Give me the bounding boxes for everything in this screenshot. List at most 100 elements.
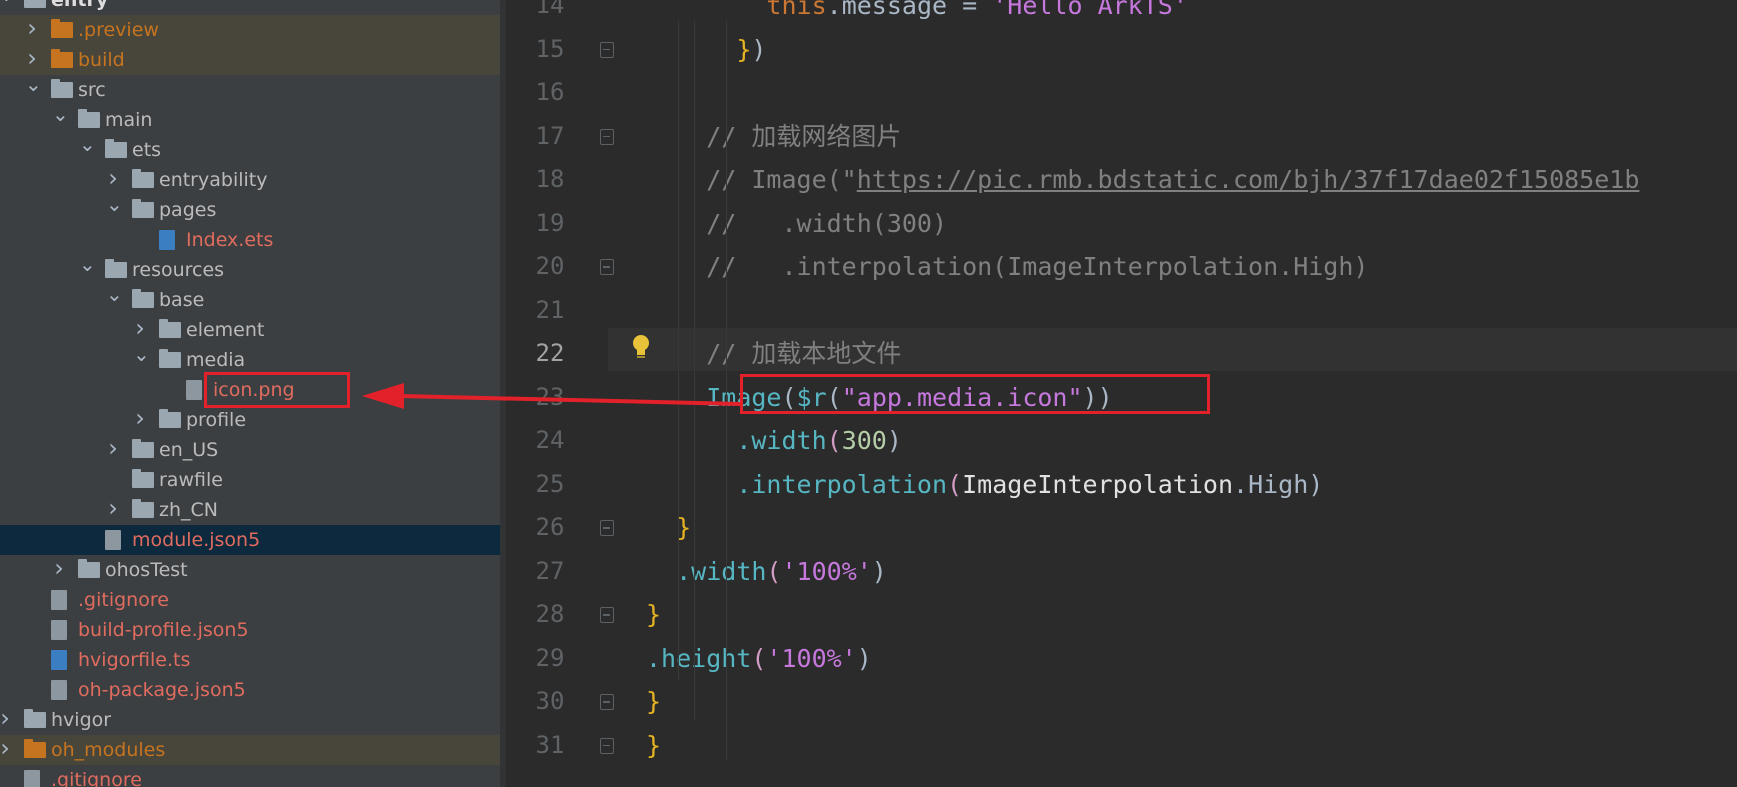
project-tree-panel: ⌄entry›.preview›build⌄src⌄main⌄ets›entry… — [0, 0, 500, 787]
tree-item-preview[interactable]: › .preview — [0, 13, 500, 45]
code-line: } — [676, 513, 692, 542]
chevron-right-icon[interactable]: › — [133, 403, 147, 433]
fold-marker-icon[interactable] — [600, 41, 614, 58]
line-number: 15 — [535, 34, 565, 63]
chevron-right-icon[interactable]: › — [25, 13, 39, 43]
tree-item-resources[interactable]: ⌄ resources — [0, 252, 500, 285]
tree-item-label: element — [186, 319, 265, 341]
file-icon — [105, 530, 121, 550]
tree-item-profile[interactable]: › profile — [0, 403, 500, 435]
tree-item-label: Index.ets — [186, 229, 274, 251]
tree-item-pages[interactable]: ⌄ pages — [0, 192, 500, 225]
chevron-right-icon[interactable]: › — [0, 733, 12, 763]
chevron-down-icon[interactable]: ⌄ — [79, 129, 96, 159]
tree-item-gitignore[interactable]: .gitignore — [0, 585, 500, 615]
folder-icon — [78, 559, 100, 578]
tree-item-label: base — [159, 289, 205, 311]
line-number: 18 — [535, 165, 565, 193]
tree-item-hvigorfile-ts[interactable]: hvigorfile.ts — [0, 645, 500, 675]
tree-item-label: profile — [186, 409, 247, 431]
chevron-right-icon[interactable]: › — [52, 553, 66, 583]
tree-item-gitignore[interactable]: .gitignore — [0, 765, 500, 787]
tree-item-oh-package-json5[interactable]: oh-package.json5 — [0, 675, 500, 705]
chevron-down-icon[interactable]: ⌄ — [133, 339, 150, 369]
folder-icon — [51, 79, 73, 98]
code-line: // .width(300) — [646, 208, 948, 238]
icon-png-highlight-box — [204, 372, 350, 408]
code-editor[interactable]: 14 15 16 17 18 19 20 21 22 23 24 25 26 27 28 29 30 31 thi… — [506, 0, 1737, 787]
tree-item-index-ets[interactable]: Index.ets — [0, 225, 500, 255]
tree-item-ets[interactable]: ⌄ ets — [0, 132, 500, 165]
fold-marker-icon[interactable] — [600, 737, 614, 754]
chevron-down-icon[interactable]: ⌄ — [52, 99, 69, 129]
chevron-right-icon[interactable]: › — [106, 493, 120, 523]
line-number: 24 — [535, 426, 565, 454]
tree-item-label: en_US — [159, 439, 219, 461]
tree-item-label: rawfile — [159, 469, 223, 491]
line-number: 28 — [535, 600, 565, 628]
folder-icon — [51, 19, 73, 38]
tree-item-main[interactable]: ⌄ main — [0, 102, 500, 135]
chevron-down-icon[interactable]: ⌄ — [106, 279, 123, 309]
tree-item-base[interactable]: ⌄ base — [0, 282, 500, 315]
folder-icon — [159, 319, 181, 338]
tree-item-label: .preview — [78, 19, 159, 41]
tree-item-oh-modules[interactable]: › oh_modules — [0, 733, 500, 765]
tree-item-ohostest[interactable]: › ohosTest — [0, 553, 500, 585]
tree-item-en-us[interactable]: › en_US — [0, 433, 500, 465]
tree-item-entry[interactable]: ⌄ entry — [0, 0, 500, 15]
line-number: 27 — [535, 556, 565, 585]
line-number: 17 — [535, 121, 565, 150]
tree-item-build[interactable]: › build — [0, 44, 500, 75]
fold-marker-icon[interactable] — [600, 520, 614, 536]
folder-icon — [132, 289, 154, 308]
tree-item-zh-cn[interactable]: › zh_CN — [0, 493, 500, 525]
fold-marker-icon[interactable] — [600, 694, 614, 710]
chevron-down-icon[interactable]: ⌄ — [0, 0, 15, 9]
file-icon — [51, 680, 67, 700]
tree-item-label: .gitignore — [78, 589, 169, 611]
folder-icon — [159, 409, 181, 428]
tree-item-label: oh_modules — [51, 739, 166, 761]
tree-item-entryability[interactable]: › entryability — [0, 164, 500, 195]
tree-item-label: pages — [159, 199, 217, 221]
tree-item-label: hvigor — [51, 709, 112, 731]
chevron-down-icon[interactable]: ⌄ — [25, 69, 42, 99]
code-line: .interpolation(ImageInterpolation.High) — [736, 469, 1324, 499]
chevron-down-icon[interactable]: ⌄ — [79, 249, 96, 279]
tree-item-label: module.json5 — [132, 529, 261, 551]
code-line: .height('100%') — [646, 643, 872, 673]
file-icon — [51, 620, 67, 640]
tree-item-element[interactable]: › element — [0, 314, 500, 345]
fold-marker-icon[interactable] — [600, 607, 614, 623]
tree-item-label: main — [105, 109, 153, 131]
file-icon — [51, 650, 67, 670]
line-number: 21 — [535, 295, 565, 324]
chevron-right-icon[interactable]: › — [106, 433, 120, 463]
tree-item-src[interactable]: ⌄ src — [0, 72, 500, 105]
chevron-right-icon[interactable]: › — [0, 703, 12, 733]
intention-bulb-icon[interactable] — [630, 333, 652, 363]
folder-icon — [105, 259, 127, 278]
line-number: 20 — [535, 252, 565, 280]
code-line: } — [646, 687, 662, 716]
tree-item-media[interactable]: ⌄ media — [0, 342, 500, 375]
fold-marker-icon[interactable] — [600, 259, 614, 275]
line-number: 25 — [535, 469, 565, 498]
tree-item-rawfile[interactable]: rawfile — [0, 465, 500, 495]
tree-item-hvigor[interactable]: › hvigor — [0, 703, 500, 735]
file-icon — [51, 590, 67, 610]
tree-item-label: ohosTest — [105, 559, 188, 581]
folder-icon — [132, 439, 154, 458]
indent-guide — [678, 20, 679, 680]
line-number: 26 — [535, 513, 565, 541]
tree-item-module-json5[interactable]: module.json5 — [0, 525, 500, 555]
fold-marker-icon[interactable] — [600, 128, 614, 145]
tree-item-build-profile-json5[interactable]: build-profile.json5 — [0, 615, 500, 645]
code-line: // .interpolation(ImageInterpolation.Hig… — [646, 252, 1369, 281]
folder-icon — [159, 349, 181, 368]
chevron-down-icon[interactable]: ⌄ — [106, 189, 123, 219]
code-line: }) — [736, 34, 767, 64]
folder-icon — [132, 499, 154, 518]
tree-item-label: .gitignore — [51, 769, 142, 787]
